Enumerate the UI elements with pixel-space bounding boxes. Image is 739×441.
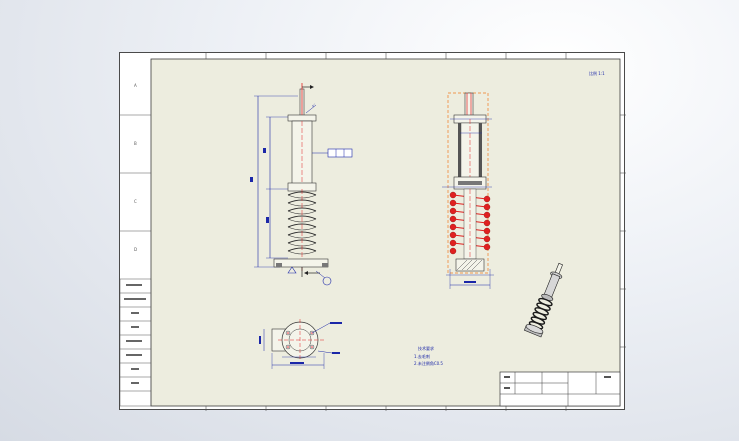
top-zone-marks xyxy=(205,53,567,59)
svg-text:C: C xyxy=(134,199,137,204)
right-zone-marks xyxy=(620,114,626,348)
drawing-viewport[interactable]: A B C D 比例 1:1 √ 技术要求 1.去毛刺 2.未注倒角C0.5 xyxy=(0,0,739,441)
svg-text:1.去毛刺: 1.去毛刺 xyxy=(414,353,430,359)
drawing-sheet[interactable]: A B C D 比例 1:1 √ 技术要求 1.去毛刺 2.未注倒角C0.5 xyxy=(119,52,626,411)
left-zone-labels: A B C D xyxy=(134,83,137,252)
svg-text:2.未注倒角C0.5: 2.未注倒角C0.5 xyxy=(414,360,443,366)
svg-text:技术要求: 技术要求 xyxy=(418,345,434,351)
scale-note: 比例 1:1 xyxy=(589,70,605,76)
drawing-canvas[interactable]: A B C D 比例 1:1 √ 技术要求 1.去毛刺 2.未注倒角C0.5 xyxy=(119,53,626,411)
revision-table-marks xyxy=(124,284,146,384)
svg-text:A: A xyxy=(134,83,137,88)
title-block xyxy=(499,371,621,407)
svg-text:√: √ xyxy=(312,103,315,108)
left-zone-strip xyxy=(120,114,151,232)
bottom-zone-marks xyxy=(205,406,567,411)
svg-text:B: B xyxy=(134,141,137,146)
svg-text:D: D xyxy=(134,247,137,252)
drawing-area xyxy=(150,58,621,407)
